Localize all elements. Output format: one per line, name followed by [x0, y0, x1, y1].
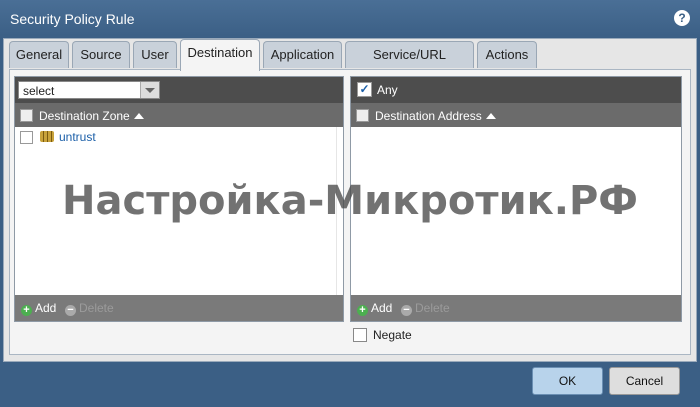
delete-icon: −	[65, 305, 76, 316]
delete-zone-button: − Delete	[65, 301, 114, 316]
sort-asc-icon	[485, 113, 496, 119]
destination-zone-header: Destination Zone	[15, 103, 343, 127]
destination-address-header: Destination Address	[351, 103, 681, 127]
destination-address-column[interactable]: Destination Address	[375, 109, 496, 123]
help-icon[interactable]: ?	[674, 10, 690, 26]
add-address-button[interactable]: + Add	[357, 301, 392, 316]
negate-checkbox[interactable]	[353, 328, 367, 342]
tab-destination[interactable]: Destination	[180, 39, 260, 71]
destination-zone-label: Destination Zone	[39, 109, 130, 123]
destination-zone-column[interactable]: Destination Zone	[39, 109, 144, 123]
any-label: Any	[377, 83, 398, 97]
row-checkbox[interactable]	[20, 131, 33, 144]
destination-zone-panel: select Destination Zone untrust + Add − De…	[14, 76, 344, 322]
sort-asc-icon	[133, 113, 144, 119]
tab-actions[interactable]: Actions	[477, 41, 537, 68]
tab-application[interactable]: Application	[263, 41, 342, 68]
tab-source[interactable]: Source	[72, 41, 130, 68]
destination-address-label: Destination Address	[375, 109, 482, 123]
delete-icon: −	[401, 305, 412, 316]
destination-address-panel: ✓ Any Destination Address + Add − Delete	[350, 76, 682, 322]
add-zone-label: Add	[35, 301, 57, 315]
tab-content: select Destination Zone untrust + Add − De…	[9, 69, 691, 355]
column-divider	[336, 127, 337, 295]
zone-footer: + Add − Delete	[15, 295, 343, 321]
add-address-label: Add	[371, 301, 393, 315]
any-checkbox[interactable]: ✓	[357, 82, 372, 97]
dialog-title: Security Policy Rule	[10, 11, 135, 27]
zone-select-dropdown[interactable]: select	[18, 81, 160, 99]
add-icon: +	[21, 305, 32, 316]
add-zone-button[interactable]: + Add	[21, 301, 56, 316]
select-all-addresses-checkbox[interactable]	[356, 109, 369, 122]
zone-icon	[40, 131, 54, 142]
select-all-zones-checkbox[interactable]	[20, 109, 33, 122]
delete-address-button: − Delete	[401, 301, 450, 316]
delete-zone-label: Delete	[79, 301, 114, 315]
tab-general[interactable]: General	[9, 41, 69, 68]
zone-select-bar: select	[15, 77, 343, 103]
address-footer: + Add − Delete	[351, 295, 681, 321]
cancel-button[interactable]: Cancel	[609, 367, 680, 395]
dialog-titlebar: Security Policy Rule ?	[0, 0, 700, 38]
zone-select-value: select	[23, 84, 55, 98]
tab-service-url-category[interactable]: Service/URL Category	[345, 41, 474, 88]
table-row[interactable]: untrust	[15, 129, 343, 147]
ok-button[interactable]: OK	[532, 367, 603, 395]
add-icon: +	[357, 305, 368, 316]
negate-label: Negate	[373, 328, 412, 342]
zone-name[interactable]: untrust	[59, 130, 96, 144]
chevron-down-icon[interactable]	[140, 82, 159, 98]
dialog-body: General Source User Destination Applicat…	[3, 38, 697, 362]
tab-user[interactable]: User	[133, 41, 177, 68]
any-bar: ✓ Any	[351, 77, 681, 103]
delete-address-label: Delete	[415, 301, 450, 315]
